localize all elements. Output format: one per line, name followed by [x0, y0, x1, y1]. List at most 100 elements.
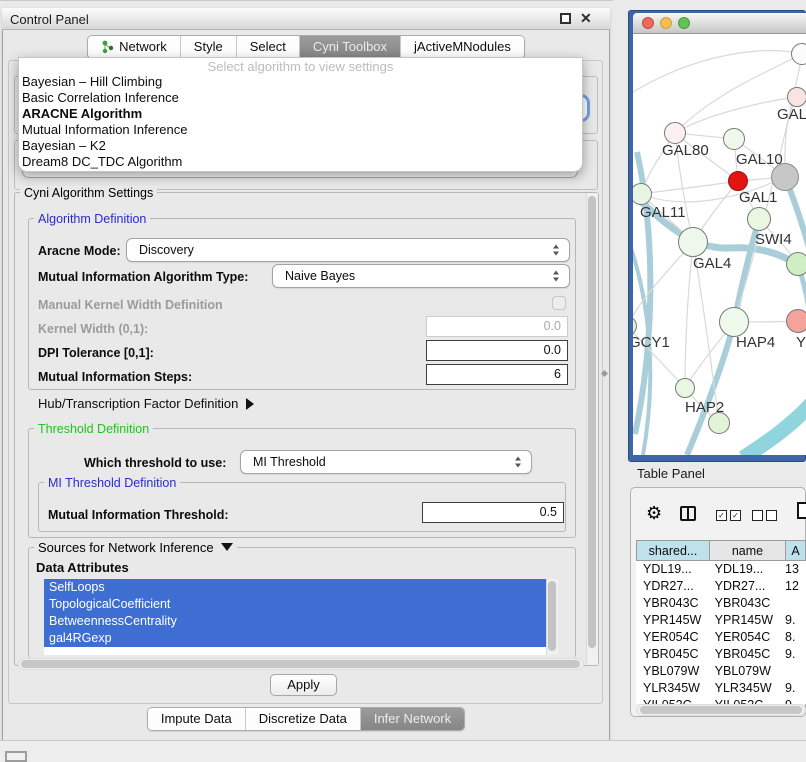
column-header-name[interactable]: name	[709, 540, 786, 561]
table-cell: 9.	[781, 680, 806, 697]
tab-impute-data[interactable]: Impute Data	[148, 708, 245, 730]
hub-definition-label: Hub/Transcription Factor Definition	[38, 396, 238, 411]
sources-legend[interactable]: Sources for Network Inference	[34, 540, 237, 555]
close-window-button[interactable]	[642, 17, 654, 29]
table-cell	[781, 663, 806, 680]
data-attributes-list: SelfLoopsTopologicalCoefficientBetweenne…	[44, 579, 558, 655]
bottom-tabbar: Impute Data Discretize Data Infer Networ…	[2, 707, 610, 731]
checked-columns-icon[interactable]: ✓✓	[716, 510, 741, 521]
close-panel-icon[interactable]: ✕	[580, 10, 592, 27]
algorithm-option[interactable]: ARACNE Algorithm	[19, 106, 579, 122]
spinner-arrows-icon	[553, 245, 560, 256]
attribute-item[interactable]: SelfLoops	[44, 579, 551, 596]
mi-type-select[interactable]: Naive Bayes	[272, 264, 570, 288]
network-node-gal4[interactable]	[678, 227, 708, 257]
threshold-definition-legend: Threshold Definition	[34, 422, 153, 436]
algorithm-definition-legend: Algorithm Definition	[34, 212, 150, 226]
tab-jactivemnodules[interactable]: jActiveMNodules	[400, 36, 524, 58]
table-row[interactable]: YBR043CYBR043C	[636, 595, 806, 612]
attribute-item[interactable]: TopologicalCoefficient	[44, 596, 551, 613]
algorithm-option[interactable]: Dream8 DC_TDC Algorithm	[19, 154, 579, 170]
collapsed-panel-button[interactable]	[5, 751, 27, 762]
network-window-titlebar[interactable]	[633, 13, 806, 34]
table-cell: YBL079W	[708, 663, 781, 680]
network-node-hap4[interactable]	[719, 307, 749, 337]
network-node-label: GAL80	[662, 142, 709, 159]
algorithm-option[interactable]: Basic Correlation Inference	[19, 90, 579, 106]
tab-style[interactable]: Style	[180, 36, 236, 58]
network-node-swi4[interactable]	[747, 207, 771, 231]
table-row[interactable]: YLR345WYLR345W9.	[636, 680, 806, 697]
table-cell: YDL19...	[708, 561, 781, 578]
attributes-scrollbar-thumb[interactable]	[548, 581, 556, 651]
network-node-label: GAL4	[693, 255, 731, 272]
float-panel-icon[interactable]	[560, 13, 571, 24]
attribute-item[interactable]: gal4RGexp	[44, 630, 551, 647]
unchecked-columns-icon[interactable]	[752, 510, 777, 521]
network-node-gal[interactable]	[787, 87, 806, 107]
which-threshold-value: MI Threshold	[253, 455, 326, 469]
settings-hscrollbar-thumb[interactable]	[21, 660, 580, 668]
table-cell: YER054C	[636, 629, 708, 646]
network-node-gal1[interactable]	[728, 171, 748, 191]
dpi-tolerance-input[interactable]: 0.0	[426, 340, 568, 361]
mi-steps-input[interactable]: 6	[426, 364, 568, 385]
mi-threshold-input[interactable]: 0.5	[422, 502, 564, 523]
table-hscrollbar-thumb[interactable]	[640, 706, 802, 714]
zoom-window-button[interactable]	[678, 17, 690, 29]
network-node-hap2[interactable]	[675, 378, 695, 398]
tab-infer-network[interactable]: Infer Network	[360, 708, 464, 730]
table-row[interactable]: YER054CYER054C8.	[636, 629, 806, 646]
manual-kernel-label: Manual Kernel Width Definition	[38, 298, 223, 312]
apply-button[interactable]: Apply	[270, 674, 337, 696]
table-cell: YBL079W	[636, 663, 708, 680]
settings-scrollbar-thumb[interactable]	[588, 196, 596, 648]
document-icon[interactable]	[797, 502, 806, 519]
network-node[interactable]	[708, 412, 730, 434]
network-node[interactable]	[771, 163, 799, 191]
table-row[interactable]: YPR145WYPR145W9.	[636, 612, 806, 629]
table-cell: YPR145W	[636, 612, 708, 629]
control-panel-titlebar	[2, 8, 610, 30]
network-node-gal80[interactable]	[664, 122, 686, 144]
hub-definition-toggle[interactable]: Hub/Transcription Factor Definition	[38, 396, 254, 411]
manual-kernel-checkbox[interactable]	[552, 296, 566, 310]
dpi-tolerance-label: DPI Tolerance [0,1]:	[38, 346, 154, 360]
network-node[interactable]	[786, 252, 806, 276]
minimize-window-button[interactable]	[660, 17, 672, 29]
aracne-mode-select[interactable]: Discovery	[126, 238, 570, 262]
columns-icon[interactable]	[680, 506, 696, 521]
table-cell: YLR345W	[636, 680, 708, 697]
table-row[interactable]: YBR045CYBR045C9.	[636, 646, 806, 663]
algorithm-option[interactable]: Bayesian – K2	[19, 138, 579, 154]
table-row[interactable]: YIL052CYIL052C9	[636, 697, 806, 704]
algorithm-option[interactable]: Bayesian – Hill Climbing	[19, 74, 579, 90]
tab-discretize-data[interactable]: Discretize Data	[245, 708, 360, 730]
tab-network[interactable]: Network	[88, 36, 180, 58]
network-node-label: HAP4	[736, 334, 775, 351]
aracne-mode-label: Aracne Mode:	[38, 244, 121, 258]
column-header-shared[interactable]: shared...	[636, 540, 710, 561]
table-cell: YIL052C	[708, 697, 781, 704]
table-cell: YPR145W	[708, 612, 781, 629]
network-node-label: GAL	[777, 106, 806, 123]
table-cell: YLR345W	[708, 680, 781, 697]
network-node-gal10[interactable]	[723, 128, 745, 150]
table-row[interactable]: YBL079WYBL079W	[636, 663, 806, 680]
table-row[interactable]: YDR27...YDR27...12	[636, 578, 806, 595]
table-row[interactable]: YDL19...YDL19...13	[636, 561, 806, 578]
column-header-extra[interactable]: A	[785, 540, 806, 561]
network-node-y[interactable]	[786, 309, 806, 333]
kernel-width-input[interactable]: 0.0	[426, 316, 568, 337]
which-threshold-select[interactable]: MI Threshold	[240, 450, 532, 474]
gear-icon[interactable]: ⚙	[646, 503, 662, 524]
tab-cyni-toolbox[interactable]: Cyni Toolbox	[299, 36, 400, 58]
tab-select[interactable]: Select	[236, 36, 299, 58]
tab-network-label: Network	[119, 36, 167, 58]
attribute-item[interactable]: BetweennessCentrality	[44, 613, 551, 630]
network-node[interactable]	[791, 43, 806, 65]
network-canvas[interactable]: GALGAL80GAL10GAL1GAL11GAL4SWI4GCY1HAP4YH…	[633, 34, 806, 455]
table-cell: YBR043C	[636, 595, 708, 612]
algorithm-option[interactable]: Mutual Information Inference	[19, 122, 579, 138]
table-cell: 9.	[781, 646, 806, 663]
